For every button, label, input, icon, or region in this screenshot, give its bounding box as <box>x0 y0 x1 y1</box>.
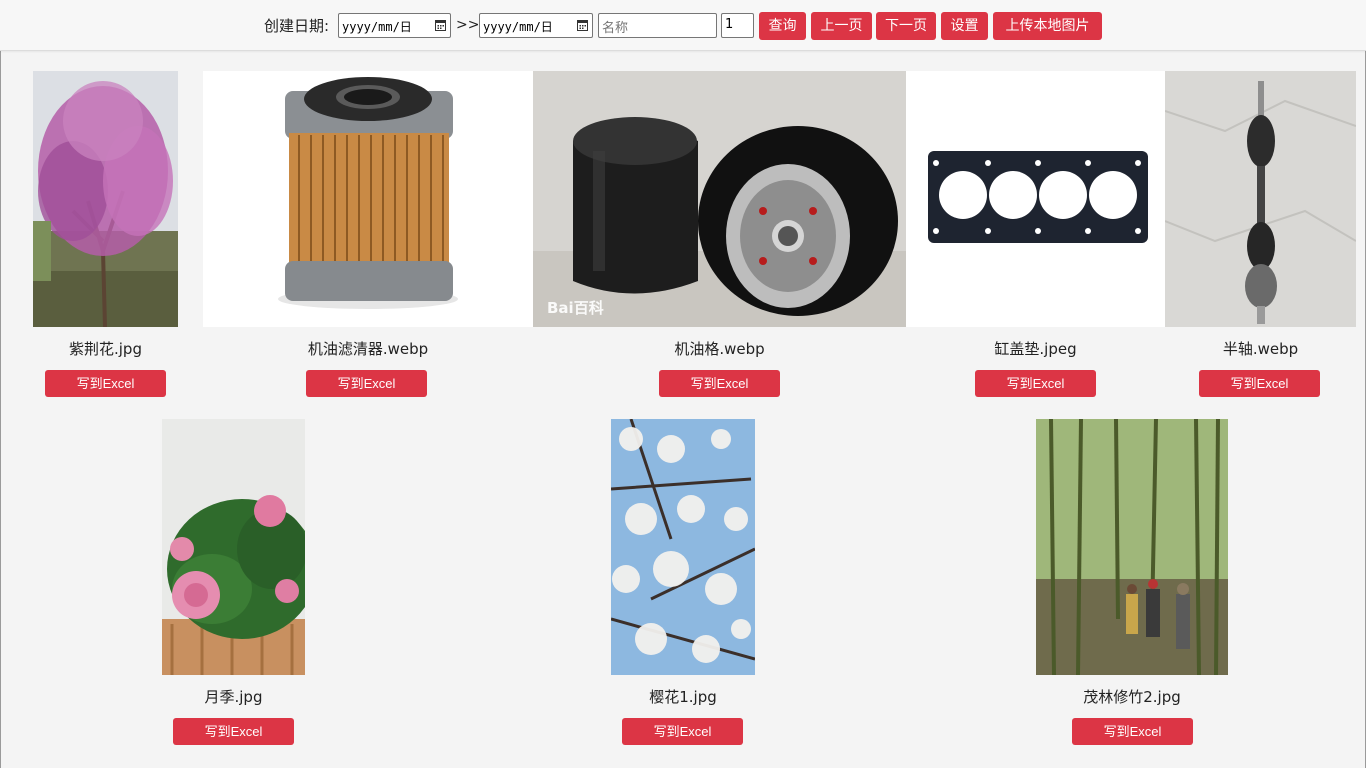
next-page-button[interactable]: 下一页 <box>876 12 936 40</box>
name-search-input[interactable]: 名称 <box>598 13 717 38</box>
write-to-excel-button[interactable]: 写到Excel <box>45 370 166 397</box>
redbud-tree-image <box>33 71 178 327</box>
write-to-excel-button[interactable]: 写到Excel <box>1199 370 1320 397</box>
image-filename: 机油滤清器.webp <box>307 340 429 358</box>
settings-button[interactable]: 设置 <box>941 12 988 40</box>
query-button[interactable]: 查询 <box>759 12 806 40</box>
toolbar: 创建日期: yyyy/mm/日 >> yyyy/mm/日 名称 1 查询 上一页… <box>0 0 1366 51</box>
write-to-excel-button[interactable]: 写到Excel <box>306 370 427 397</box>
image-thumbnail[interactable] <box>1036 419 1228 675</box>
write-to-excel-button[interactable]: 写到Excel <box>622 718 743 745</box>
rose-plant-image <box>162 419 305 675</box>
image-thumbnail[interactable] <box>162 419 305 675</box>
oil-filter-cartridge-image <box>203 71 533 327</box>
name-placeholder: 名称 <box>602 21 629 36</box>
prev-page-button[interactable]: 上一页 <box>811 12 872 40</box>
page-number-value: 1 <box>725 17 734 32</box>
watermark: Bai百科 <box>217 300 270 316</box>
image-thumbnail[interactable] <box>906 71 1165 327</box>
range-separator: >> <box>456 17 480 33</box>
write-to-excel-button[interactable]: 写到Excel <box>173 718 294 745</box>
write-to-excel-button[interactable]: 写到Excel <box>659 370 780 397</box>
calendar-icon[interactable] <box>435 19 446 31</box>
bamboo-forest-hikers-image <box>1036 419 1228 675</box>
end-date-placeholder: yyyy/mm/日 <box>483 20 553 34</box>
image-filename: 缸盖垫.jpeg <box>994 340 1077 358</box>
image-filename: 月季.jpg <box>204 688 263 706</box>
start-date-input[interactable]: yyyy/mm/日 <box>338 13 451 38</box>
image-filename: 机油格.webp <box>674 340 765 358</box>
cylinder-head-gasket-image <box>906 71 1165 327</box>
page-number-input[interactable]: 1 <box>721 13 754 38</box>
image-thumbnail[interactable]: Bai百科 <box>533 71 906 327</box>
image-thumbnail[interactable] <box>33 71 178 327</box>
start-date-placeholder: yyyy/mm/日 <box>342 20 412 34</box>
oil-filters-image <box>533 71 906 327</box>
write-to-excel-button[interactable]: 写到Excel <box>1072 718 1193 745</box>
image-thumbnail[interactable] <box>1165 71 1356 327</box>
image-thumbnail[interactable] <box>611 419 755 675</box>
cherry-blossom-image <box>611 419 755 675</box>
end-date-input[interactable]: yyyy/mm/日 <box>479 13 593 38</box>
calendar-icon[interactable] <box>577 19 588 31</box>
upload-local-image-button[interactable]: 上传本地图片 <box>993 12 1102 40</box>
write-to-excel-button[interactable]: 写到Excel <box>975 370 1096 397</box>
image-filename: 紫荆花.jpg <box>69 340 142 358</box>
date-label: 创建日期: <box>264 17 330 35</box>
watermark: Bai百科 <box>547 299 604 317</box>
image-filename: 半轴.webp <box>1222 340 1299 358</box>
drive-shaft-image <box>1165 71 1356 327</box>
window-border-left <box>0 0 1 768</box>
image-filename: 樱花1.jpg <box>649 688 717 706</box>
image-thumbnail[interactable]: Bai百科 <box>203 71 533 327</box>
image-filename: 茂林修竹2.jpg <box>1083 688 1181 706</box>
